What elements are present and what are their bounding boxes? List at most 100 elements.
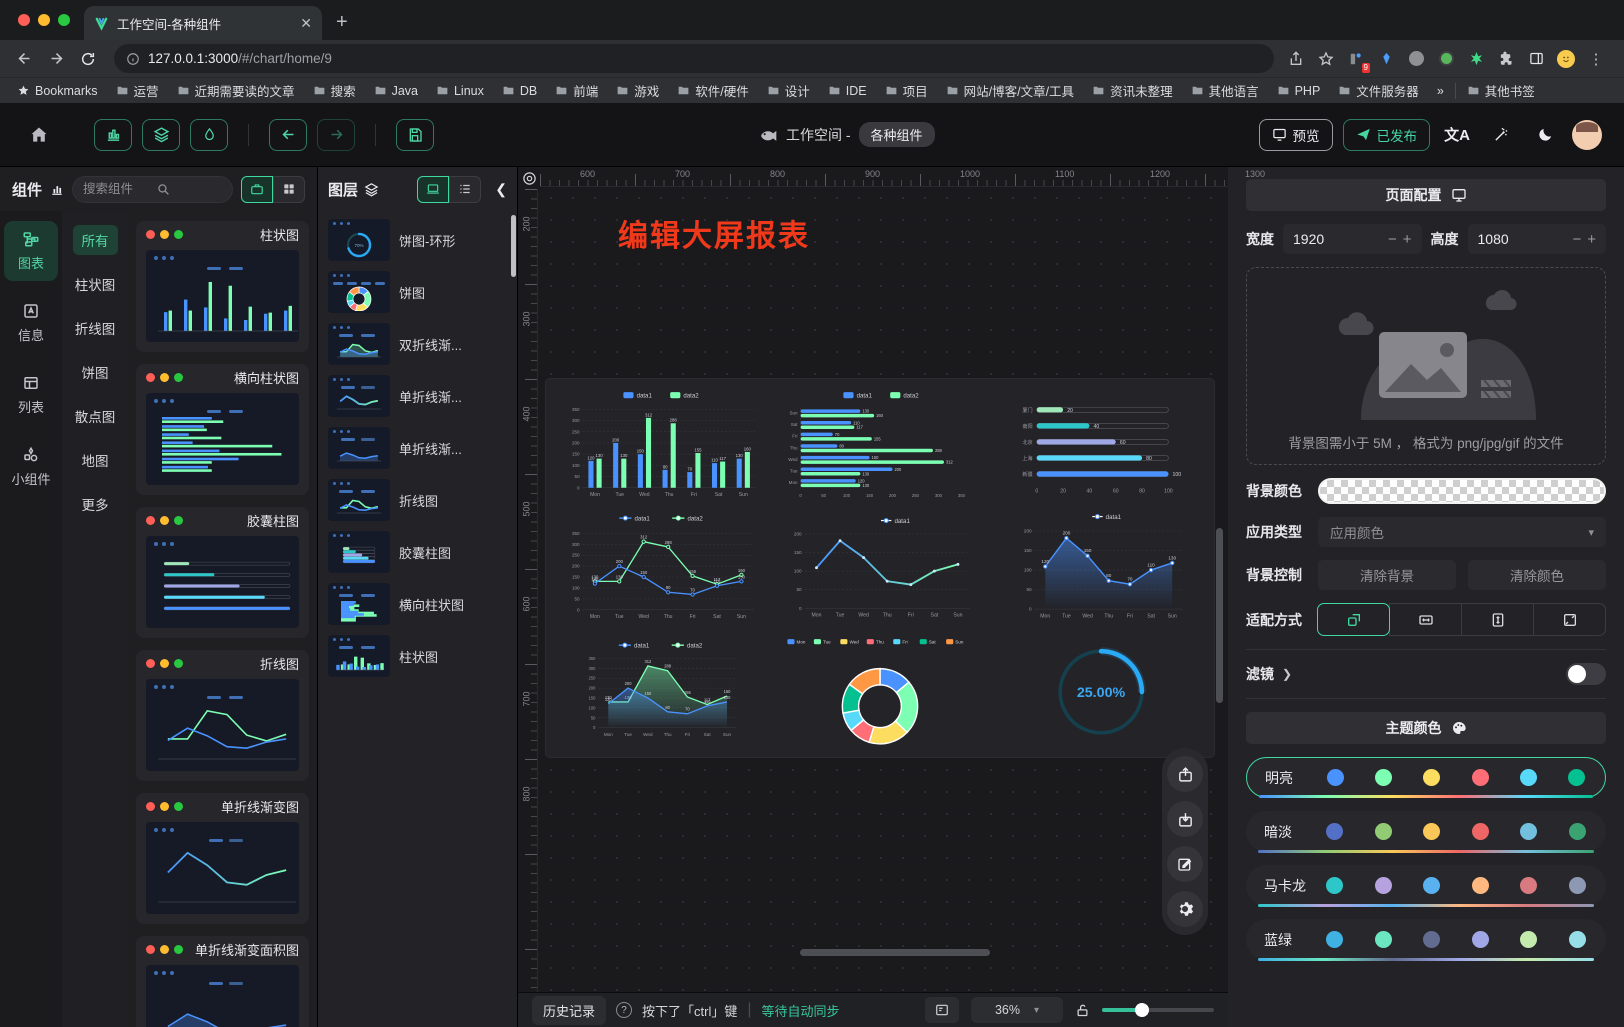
tab-close-icon[interactable]: ✕ bbox=[300, 15, 312, 32]
layer-view-list-toggle[interactable] bbox=[449, 176, 481, 203]
theme-row-明亮[interactable]: 明亮 bbox=[1246, 757, 1606, 798]
layers-scrollbar[interactable] bbox=[511, 215, 516, 277]
layer-item[interactable]: 柱状图 bbox=[328, 635, 507, 677]
side-panel-icon[interactable] bbox=[1526, 49, 1546, 69]
width-minus-button[interactable]: − bbox=[1388, 231, 1397, 248]
bookmark-folder[interactable]: 设计 bbox=[760, 81, 817, 100]
height-minus-button[interactable]: − bbox=[1572, 231, 1581, 248]
extension-grey-icon[interactable] bbox=[1406, 49, 1426, 69]
bookmark-folder[interactable]: 资讯未整理 bbox=[1085, 81, 1180, 100]
bookmarks-root[interactable]: Bookmarks bbox=[10, 84, 105, 98]
share-icon[interactable] bbox=[1286, 49, 1306, 69]
bookmark-folder[interactable]: 网站/博客/文章/工具 bbox=[939, 81, 1081, 100]
toggle-layers-panel-button[interactable] bbox=[142, 119, 180, 151]
chart-area-double[interactable]: data1data2050100150200250300350130130312… bbox=[550, 630, 770, 753]
home-icon[interactable] bbox=[22, 119, 56, 151]
sidebar-nav-小组件[interactable]: 小组件 bbox=[4, 437, 58, 497]
fit-fullscreen-button[interactable] bbox=[1533, 603, 1606, 636]
user-avatar[interactable] bbox=[1572, 120, 1602, 150]
chrome-menu-icon[interactable]: ⋮ bbox=[1586, 49, 1606, 69]
extension-star-icon[interactable] bbox=[1466, 49, 1486, 69]
clear-color-button[interactable]: 清除颜色 bbox=[1468, 560, 1606, 590]
canvas-vertical-scrollbar[interactable] bbox=[1216, 528, 1223, 703]
layer-item[interactable]: 横向柱状图 bbox=[328, 583, 507, 625]
component-card-横向柱状图[interactable]: 横向柱状图 bbox=[136, 364, 309, 495]
site-info-icon[interactable] bbox=[126, 52, 140, 66]
chart-bar-grouped[interactable]: data1data2050100150200250300350120130200… bbox=[550, 383, 770, 506]
extension-pin-icon[interactable] bbox=[1376, 49, 1396, 69]
theme-color-header[interactable]: 主题颜色 bbox=[1246, 712, 1606, 744]
dashboard-title-text[interactable]: 编辑大屏报表 bbox=[618, 211, 810, 255]
sidebar-nav-信息[interactable]: 信息 bbox=[4, 293, 58, 353]
bookmark-folder[interactable]: 其他语言 bbox=[1184, 81, 1266, 100]
maximize-window-button[interactable] bbox=[58, 14, 70, 26]
url-bar[interactable]: 127.0.0.1:3000/#/chart/home/9 bbox=[114, 44, 1274, 73]
layer-item[interactable]: 单折线渐... bbox=[328, 427, 507, 469]
bookmark-folder[interactable]: 前端 bbox=[548, 81, 605, 100]
theme-row-马卡龙[interactable]: 马卡龙 bbox=[1246, 865, 1606, 906]
fit-scale-button[interactable] bbox=[1317, 603, 1390, 636]
extension-tabs-icon[interactable]: 9 bbox=[1346, 49, 1366, 69]
canvas-horizontal-scrollbar[interactable] bbox=[800, 949, 990, 956]
component-card-单折线渐变图[interactable]: 单折线渐变图 bbox=[136, 793, 309, 924]
search-input[interactable] bbox=[83, 182, 151, 196]
app-type-select[interactable]: 应用颜色 ▾ bbox=[1318, 517, 1606, 547]
component-card-折线图[interactable]: 折线图 bbox=[136, 650, 309, 781]
toggle-config-panel-button[interactable] bbox=[190, 119, 228, 151]
settings-gear-icon[interactable] bbox=[1167, 891, 1203, 927]
category-更多[interactable]: 更多 bbox=[73, 489, 118, 519]
bookmark-folder[interactable]: DB bbox=[495, 84, 544, 98]
filter-expand-chevron-icon[interactable]: ❯ bbox=[1282, 667, 1292, 681]
language-icon[interactable]: 文A bbox=[1440, 119, 1474, 151]
layer-item[interactable]: 折线图 bbox=[328, 479, 507, 521]
bookmark-folder[interactable]: 项目 bbox=[878, 81, 935, 100]
bookmark-folder[interactable]: Java bbox=[367, 84, 425, 98]
category-柱状图[interactable]: 柱状图 bbox=[66, 269, 125, 299]
layer-item[interactable]: 双折线渐... bbox=[328, 323, 507, 365]
align-panel-icon[interactable] bbox=[925, 997, 959, 1023]
component-card-单折线渐变面积图[interactable]: 单折线渐变面积图 bbox=[136, 936, 309, 1027]
component-card-柱状图[interactable]: 柱状图 bbox=[136, 221, 309, 352]
browser-tab[interactable]: 工作空间-各种组件 ✕ bbox=[84, 6, 322, 40]
component-card-胶囊柱图[interactable]: 胶囊柱图 bbox=[136, 507, 309, 638]
dark-mode-moon-icon[interactable] bbox=[1528, 119, 1562, 151]
close-window-button[interactable] bbox=[18, 14, 30, 26]
bookmark-folder[interactable]: PHP bbox=[1270, 84, 1328, 98]
chart-donut[interactable]: MonTueWedThuFriSatSun bbox=[770, 630, 990, 753]
sidebar-nav-图表[interactable]: 图表 bbox=[4, 221, 58, 281]
bookmark-folder[interactable]: 游戏 bbox=[609, 81, 666, 100]
bookmark-folder[interactable]: Linux bbox=[429, 84, 491, 98]
background-color-swatch[interactable] bbox=[1318, 478, 1606, 504]
reload-icon[interactable] bbox=[74, 45, 102, 73]
bookmark-folder[interactable]: 搜索 bbox=[306, 81, 363, 100]
bookmark-star-icon[interactable] bbox=[1316, 49, 1336, 69]
sidebar-nav-列表[interactable]: 列表 bbox=[4, 365, 58, 425]
component-search[interactable] bbox=[72, 176, 233, 203]
category-地图[interactable]: 地图 bbox=[73, 445, 118, 475]
redo-button[interactable] bbox=[317, 119, 355, 151]
height-value[interactable]: 1080 bbox=[1478, 231, 1567, 247]
chart-line-gradient[interactable]: data1050100150200MonTueWedThuFriSatSun bbox=[770, 506, 990, 629]
zoom-slider-knob[interactable] bbox=[1135, 1003, 1149, 1017]
help-icon[interactable]: ? bbox=[616, 1002, 632, 1018]
toggle-components-panel-button[interactable] bbox=[94, 119, 132, 151]
chart-line-double[interactable]: data1data2050100150200250300350130130312… bbox=[550, 506, 770, 629]
history-button[interactable]: 历史记录 bbox=[532, 996, 606, 1025]
width-plus-button[interactable]: + bbox=[1403, 231, 1412, 248]
clear-background-button[interactable]: 清除背景 bbox=[1318, 560, 1456, 590]
canvas-viewport[interactable]: 编辑大屏报表 data1data205010015020025030035012… bbox=[540, 187, 1228, 992]
new-tab-button[interactable]: + bbox=[336, 11, 348, 34]
layer-item[interactable]: 70%饼图-环形 bbox=[328, 219, 507, 261]
layer-item[interactable]: 单折线渐... bbox=[328, 375, 507, 417]
undo-button[interactable] bbox=[269, 119, 307, 151]
window-controls[interactable] bbox=[0, 0, 84, 40]
component-view-grid-toggle[interactable] bbox=[273, 176, 305, 203]
bookmarks-overflow-chevron[interactable]: » bbox=[1430, 84, 1451, 98]
category-所有[interactable]: 所有 bbox=[73, 225, 118, 255]
minimize-window-button[interactable] bbox=[38, 14, 50, 26]
layer-view-thumbnail-toggle[interactable] bbox=[417, 176, 449, 203]
component-view-box-toggle[interactable] bbox=[241, 176, 273, 203]
width-value[interactable]: 1920 bbox=[1293, 231, 1382, 247]
chart-area-single[interactable]: data10501001502001202001508070110130MonT… bbox=[990, 506, 1210, 629]
profile-avatar-icon[interactable] bbox=[1556, 49, 1576, 69]
